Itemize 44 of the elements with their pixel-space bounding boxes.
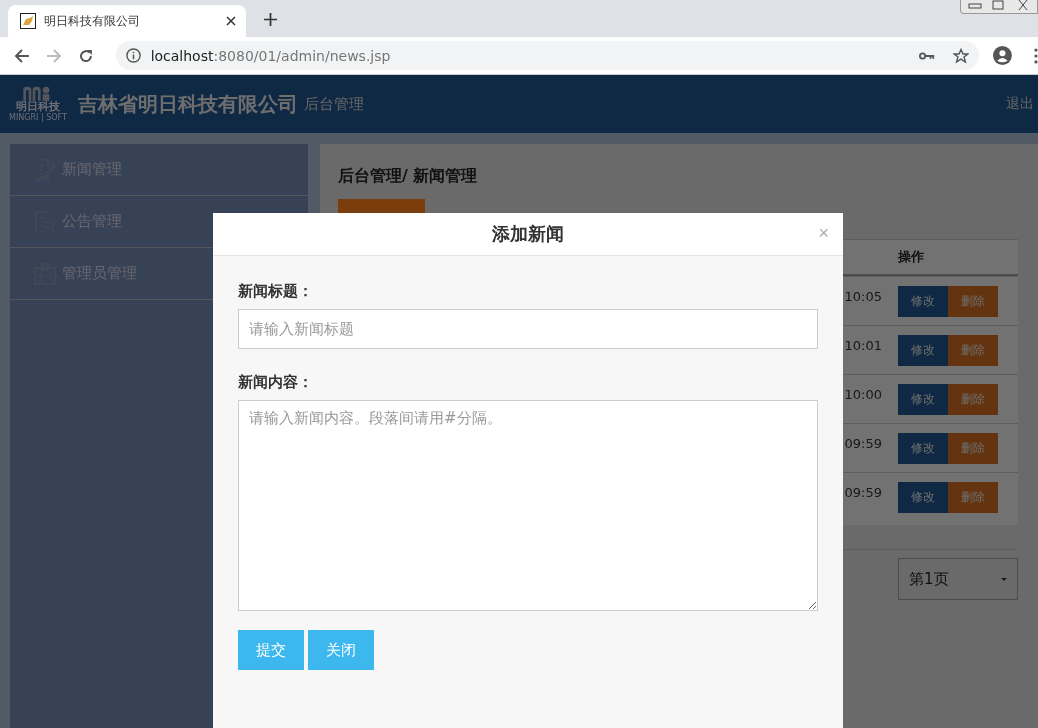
close-icon[interactable] bbox=[226, 16, 236, 26]
delete-button[interactable]: 删除 bbox=[948, 384, 998, 415]
info-icon bbox=[125, 48, 141, 63]
title-input[interactable]: 请输入新闻标题 bbox=[238, 309, 818, 349]
site-subtitle: 后台管理 bbox=[304, 94, 364, 114]
page-select[interactable]: 第1页 bbox=[898, 558, 1018, 600]
table-cell: 09:59 bbox=[844, 436, 882, 451]
edit-button[interactable]: 修改 bbox=[898, 286, 948, 317]
star-icon[interactable] bbox=[953, 47, 970, 64]
delete-button[interactable]: 删除 bbox=[948, 433, 998, 464]
address-bar[interactable]: localhost:8080/01/admin/news.jsp bbox=[115, 41, 980, 70]
edit-button[interactable]: 修改 bbox=[898, 482, 948, 513]
site-title: 吉林省明日科技有限公司 bbox=[78, 90, 298, 118]
delete-button[interactable]: 删除 bbox=[948, 335, 998, 366]
logout-link[interactable]: 退出 bbox=[1006, 95, 1034, 113]
new-tab-icon[interactable] bbox=[264, 13, 277, 26]
back-icon[interactable] bbox=[14, 47, 30, 64]
reload-icon[interactable] bbox=[77, 47, 94, 64]
tab-title: 明日科技有限公司 bbox=[44, 12, 141, 30]
content-textarea[interactable]: 请输入新闻内容。段落间请用#分隔。 bbox=[238, 400, 818, 611]
edit-button[interactable]: 修改 bbox=[898, 433, 948, 464]
table-cell: 10:01 bbox=[844, 338, 882, 353]
table-cell: 10:00 bbox=[844, 387, 882, 402]
account-icon[interactable] bbox=[993, 46, 1013, 65]
caret-icon bbox=[1001, 577, 1007, 581]
column-header: 操作 bbox=[898, 248, 925, 266]
logo: 明日科技 MINGRI | SOFT bbox=[10, 86, 66, 122]
table-cell: 10:05 bbox=[844, 289, 882, 304]
delete-button[interactable]: 删除 bbox=[948, 286, 998, 317]
edit-button[interactable]: 修改 bbox=[898, 335, 948, 366]
edit-button[interactable]: 修改 bbox=[898, 384, 948, 415]
modal-title: 添加新闻 bbox=[492, 222, 564, 246]
close-button[interactable]: × bbox=[818, 224, 829, 242]
field-label: 新闻标题： bbox=[238, 282, 314, 301]
field-label: 新闻内容： bbox=[238, 373, 314, 392]
table-cell: 09:59 bbox=[844, 485, 882, 500]
url-text: localhost:8080/01/admin/news.jsp bbox=[150, 47, 391, 64]
breadcrumb: 后台管理/ 新闻管理 bbox=[338, 166, 479, 187]
window-controls[interactable] bbox=[960, 0, 1038, 14]
close-dialog-button[interactable]: 关闭 bbox=[308, 630, 374, 670]
browser-tab[interactable]: 明日科技有限公司 bbox=[8, 5, 246, 37]
menu-icon[interactable] bbox=[1034, 47, 1038, 64]
delete-button[interactable]: 删除 bbox=[948, 482, 998, 513]
submit-button[interactable]: 提交 bbox=[238, 630, 304, 670]
